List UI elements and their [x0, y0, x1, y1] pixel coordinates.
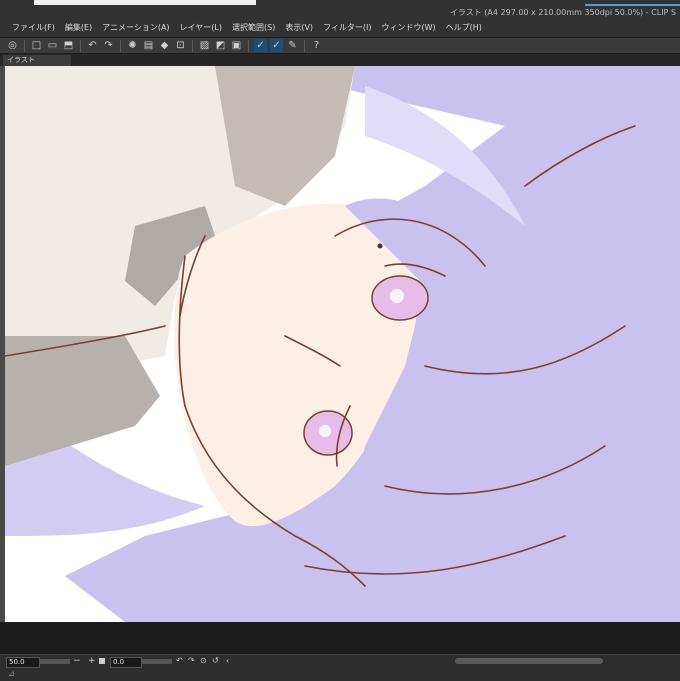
stroke-correct-icon[interactable]: ✓	[254, 39, 267, 52]
corner-icon: ⊿	[8, 669, 15, 678]
toolbar-separator	[24, 39, 25, 52]
transform-icon[interactable]: ⊡	[174, 39, 187, 52]
copy-icon[interactable]: ▤	[142, 39, 155, 52]
open-icon[interactable]: ▭	[46, 39, 59, 52]
menu-layer[interactable]: レイヤー(L)	[180, 21, 227, 35]
snap-off-icon[interactable]: ▨	[198, 39, 211, 52]
canvas-area[interactable]	[0, 66, 680, 622]
beauty-mark	[377, 243, 383, 249]
angle-input[interactable]: 0.0	[110, 657, 142, 668]
angle-slider[interactable]	[142, 659, 172, 664]
redo-icon[interactable]: ↷	[102, 39, 115, 52]
flip-icon[interactable]: ↺	[212, 656, 219, 665]
document-tab[interactable]: イラスト	[3, 55, 71, 66]
menu-window[interactable]: ウィンドウ(W)	[382, 21, 441, 35]
tab-bar: イラスト	[0, 54, 680, 66]
undo-icon[interactable]: ↶	[86, 39, 99, 52]
toolbar-separator	[304, 39, 305, 52]
fill-icon[interactable]: ◆	[158, 39, 171, 52]
toolbar-separator	[248, 39, 249, 52]
toolbar-separator	[192, 39, 193, 52]
ruler-icon[interactable]: ▣	[230, 39, 243, 52]
pen-settings-icon[interactable]: ✎	[286, 39, 299, 52]
stroke-correct-active-icon[interactable]: ✓	[270, 39, 283, 52]
horizontal-scrollbar[interactable]	[455, 658, 603, 664]
reset-rotation-icon[interactable]: ⊙	[200, 656, 207, 665]
snap-icon[interactable]: ◩	[214, 39, 227, 52]
fit-button[interactable]	[99, 658, 105, 664]
status-bar: 50.0 − + 0.0 ↶ ↷ ⊙ ↺ ‹ ⊿	[0, 654, 680, 681]
new-file-icon[interactable]: □	[30, 39, 43, 52]
toolbar-separator	[120, 39, 121, 52]
menu-help[interactable]: ヘルプ(H)	[446, 21, 487, 35]
app-icon[interactable]: ◎	[6, 39, 19, 52]
accent-strip	[585, 4, 680, 6]
rotate-left-icon[interactable]: ↶	[176, 656, 183, 665]
lower-eye-highlight	[319, 425, 331, 437]
menu-bar: ファイル(F) 編集(E) アニメーション(A) レイヤー(L) 選択範囲(S)…	[12, 21, 492, 35]
menu-selection[interactable]: 選択範囲(S)	[232, 21, 280, 35]
save-icon[interactable]: ⬒	[62, 39, 75, 52]
timeline-area	[0, 622, 680, 654]
command-bar: ◎ □ ▭ ⬒ ↶ ↷ ✺ ▤ ◆ ⊡ ▨ ◩ ▣ ✓ ✓ ✎ ?	[0, 37, 680, 54]
illustration-canvas[interactable]	[5, 66, 680, 622]
upper-eye-highlight	[390, 289, 404, 303]
rotate-right-icon[interactable]: ↷	[188, 656, 195, 665]
window-strip	[34, 0, 256, 5]
menu-view[interactable]: 表示(V)	[285, 21, 318, 35]
menu-arrow-icon[interactable]: ‹	[226, 656, 229, 665]
zoom-in-button[interactable]: +	[88, 656, 96, 666]
loading-icon[interactable]: ✺	[126, 39, 139, 52]
menu-filter[interactable]: フィルター(I)	[323, 21, 376, 35]
menu-file[interactable]: ファイル(F)	[12, 21, 60, 35]
toolbar-separator	[80, 39, 81, 52]
menu-edit[interactable]: 編集(E)	[65, 21, 97, 35]
menu-animation[interactable]: アニメーション(A)	[102, 21, 174, 35]
zoom-out-button[interactable]: −	[73, 656, 81, 666]
title-bar: イラスト (A4 297.00 x 210.00mm 350dpi 50.0%)…	[0, 0, 680, 37]
help-icon[interactable]: ?	[310, 39, 323, 52]
window-title: イラスト (A4 297.00 x 210.00mm 350dpi 50.0%)…	[449, 8, 676, 17]
zoom-input[interactable]: 50.0	[6, 657, 40, 668]
zoom-slider[interactable]	[40, 659, 70, 664]
